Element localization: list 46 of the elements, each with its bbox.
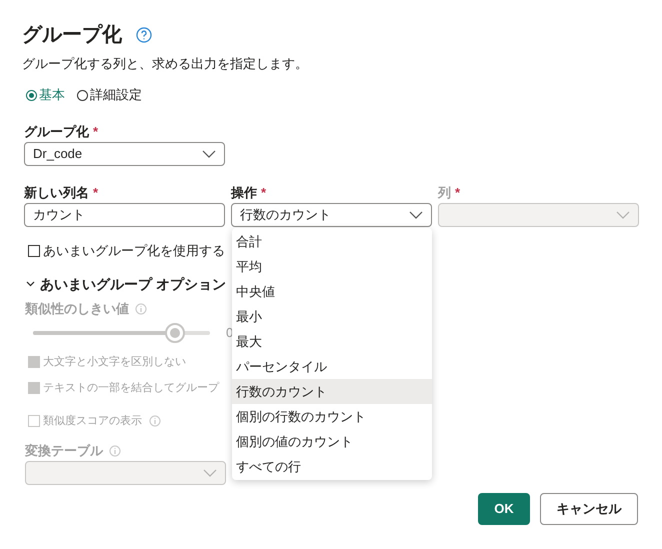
checkbox-label: 大文字と小文字を区別しない <box>43 354 186 370</box>
checkbox[interactable] <box>28 245 40 257</box>
menu-option[interactable]: 中央値 <box>232 279 432 304</box>
ok-button[interactable]: OK <box>478 493 530 525</box>
dialog-title: グループ化 <box>22 22 122 48</box>
info-icon <box>109 444 121 456</box>
required-mark: * <box>455 184 460 202</box>
menu-option[interactable]: 行数のカウント <box>232 379 432 404</box>
field-label: 類似性のしきい値 <box>25 300 129 318</box>
transform-table-select[interactable] <box>25 461 226 485</box>
field-label: 変換テーブル <box>25 442 103 460</box>
field-label: 列 <box>438 184 451 202</box>
menu-option[interactable]: 個別の値のカウント <box>232 429 432 454</box>
info-icon <box>135 302 147 314</box>
operation-select[interactable]: 行数のカウント <box>231 203 432 227</box>
group-by-select[interactable]: Dr_code <box>24 142 225 166</box>
slider-thumb[interactable] <box>164 323 185 343</box>
radio-option[interactable]: 基本 <box>26 85 65 105</box>
field-label: グループ化 <box>24 122 89 141</box>
cancel-button[interactable]: キャンセル <box>540 493 638 525</box>
slider-track[interactable] <box>33 323 210 343</box>
menu-option[interactable]: 最小 <box>232 304 432 329</box>
checkbox-label: あいまいグループ化を使用する <box>43 242 225 260</box>
menu-option[interactable]: パーセンタイル <box>232 354 432 379</box>
menu-option[interactable]: 個別の行数のカウント <box>232 404 432 429</box>
menu-option[interactable]: 平均 <box>232 254 432 279</box>
dialog-description: グループ化する列と、求める出力を指定します。 <box>22 55 309 72</box>
menu-option[interactable]: 最大 <box>232 329 432 354</box>
chevron-down-icon[interactable] <box>26 281 35 287</box>
checkbox-label: テキストの一部を結合してグループ <box>43 380 219 396</box>
radio-option[interactable]: 詳細設定 <box>77 85 142 105</box>
menu-option[interactable]: 合計 <box>232 229 432 254</box>
checkbox-label: 類似度スコアの表示 <box>43 414 142 429</box>
required-mark: * <box>93 184 98 202</box>
menu-option[interactable]: すべての行 <box>232 454 432 479</box>
chevron-down-icon <box>202 150 216 158</box>
chevron-down-icon <box>409 211 423 219</box>
help-icon[interactable] <box>136 27 152 43</box>
chevron-down-icon <box>616 211 630 219</box>
chevron-down-icon <box>203 469 217 477</box>
required-mark: * <box>93 122 98 141</box>
required-mark: * <box>261 184 266 202</box>
field-label: 新しい列名 <box>24 184 89 202</box>
section-title: あいまいグループ オプション <box>40 274 226 294</box>
field-label: 操作 <box>231 184 257 202</box>
text-field[interactable]: カウント <box>24 203 225 227</box>
